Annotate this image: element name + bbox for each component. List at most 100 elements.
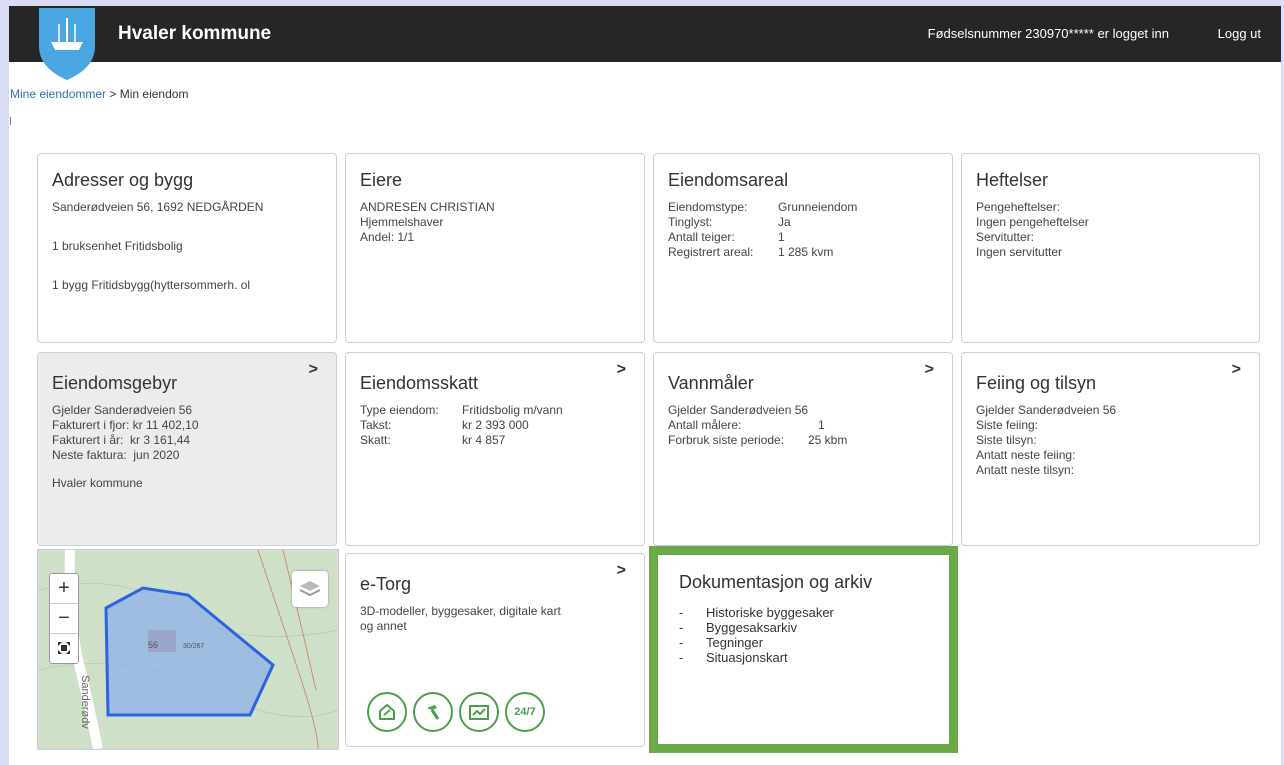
card-eiendomsareal: Eiendomsareal Eiendomstype: Grunneiendom … xyxy=(653,153,953,343)
kv-key: Tinglyst: xyxy=(668,215,713,229)
hammer-icon[interactable] xyxy=(413,692,453,732)
breadcrumb-link-mine-eiendommer[interactable]: Mine eiendommer xyxy=(10,87,106,101)
docs-item[interactable]: - Byggesaksarkiv xyxy=(679,620,928,635)
kv-row: Eiendomstype: Grunneiendom xyxy=(668,200,938,215)
feiing-line: Siste tilsyn: xyxy=(976,433,1037,447)
kv-key: Takst: xyxy=(360,418,392,432)
breadcrumb: Mine eiendommer > Min eiendom xyxy=(10,87,188,101)
chevron-right-icon[interactable]: > xyxy=(617,361,626,379)
card-eiendomsskatt[interactable]: > Eiendomsskatt Type eiendom: Fritidsboli… xyxy=(345,352,645,546)
card-title: Adresser og bygg xyxy=(52,170,194,190)
house-tool-icon[interactable] xyxy=(367,692,407,732)
window-frame-left xyxy=(0,0,9,765)
chevron-right-icon[interactable]: > xyxy=(309,361,318,379)
owner-name: ANDRESEN CHRISTIAN xyxy=(360,200,495,214)
list-dash: - xyxy=(679,650,684,665)
list-dash: - xyxy=(679,635,684,650)
kv-value: 1 xyxy=(818,418,825,432)
feiing-line: Antatt neste feiing: xyxy=(976,448,1076,462)
card-e-torg[interactable]: > e-Torg 3D-modeller, byggesaker, digita… xyxy=(345,553,645,747)
fullscreen-icon[interactable] xyxy=(50,634,78,663)
documentation-archive-box: Dokumentasjon og arkiv - Historiske bygge… xyxy=(649,546,958,753)
kv-key: Skatt: xyxy=(360,433,391,447)
kv-value: Grunneiendom xyxy=(778,200,858,214)
breadcrumb-separator: > xyxy=(106,87,120,101)
chevron-right-icon[interactable]: > xyxy=(617,562,626,580)
docs-item[interactable]: - Tegninger xyxy=(679,635,928,650)
24-7-icon[interactable]: 24/7 xyxy=(505,692,545,732)
card-title: Feiing og tilsyn xyxy=(976,373,1097,393)
gebyr-footer: Hvaler kommune xyxy=(52,476,143,490)
docs-item-label: Byggesaksarkiv xyxy=(706,620,798,635)
zoom-in-button[interactable]: + xyxy=(50,574,78,604)
kv-key: Forbruk siste periode: xyxy=(668,433,785,447)
kv-value: kr 4 857 xyxy=(462,433,506,447)
card-title: e-Torg xyxy=(360,574,412,594)
breadcrumb-current: Min eiendom xyxy=(119,87,189,101)
docs-item[interactable]: - Historiske byggesaker xyxy=(679,605,928,620)
list-dash: - xyxy=(679,620,684,635)
parcel-label: 56 xyxy=(148,640,158,650)
municipality-logo[interactable] xyxy=(35,6,99,82)
kv-row: Forbruk siste periode: 25 kbm xyxy=(668,433,938,448)
kv-value: Ja xyxy=(778,215,791,229)
card-title: Eiendomsskatt xyxy=(360,373,479,393)
property-map[interactable]: 56 30/267 Sanderødv + − xyxy=(37,549,339,750)
card-vannmaler[interactable]: > Vannmåler Gjelder Sanderødveien 56 Ant… xyxy=(653,352,953,546)
parcel-id: 30/267 xyxy=(183,643,205,650)
bygg-line: 1 bygg Fritidsbygg(hyttersommerh. ol xyxy=(52,278,251,292)
heftelse-line: Ingen pengeheftelser xyxy=(976,215,1089,229)
road-label: Sanderødv xyxy=(79,675,91,729)
card-feiing-og-tilsyn[interactable]: > Feiing og tilsyn Gjelder Sanderødveien… xyxy=(961,352,1260,546)
kv-key: Antall teiger: xyxy=(668,230,735,244)
address-line: Sanderødveien 56, 1692 NEDGÅRDEN xyxy=(52,200,264,214)
feiing-line: Siste feiing: xyxy=(976,418,1039,432)
etorg-line: og annet xyxy=(360,619,407,633)
docs-item-label: Situasjonskart xyxy=(706,650,788,665)
card-adresser-og-bygg: Adresser og bygg Sanderødveien 56, 1692 … xyxy=(37,153,337,343)
card-eiere: Eiere ANDRESEN CHRISTIAN Hjemmelshaver A… xyxy=(345,153,645,343)
map-zoom-control: + − xyxy=(49,573,79,664)
kv-key: Antall målere: xyxy=(668,418,742,432)
card-title: Eiendomsgebyr xyxy=(52,373,178,393)
stray-mark xyxy=(10,117,11,125)
kv-value: Fritidsbolig m/vann xyxy=(462,403,563,417)
kv-value: kr 2 393 000 xyxy=(462,418,529,432)
gebyr-line: Gjelder Sanderødveien 56 xyxy=(52,403,193,417)
kv-key: Type eiendom: xyxy=(360,403,439,417)
docs-item[interactable]: - Situasjonskart xyxy=(679,650,928,665)
kv-value: 1 xyxy=(778,230,785,244)
kv-row: Skatt: kr 4 857 xyxy=(360,433,630,448)
kv-value: 1 285 kvm xyxy=(778,245,834,259)
top-navbar: Hvaler kommune Fødselsnummer 230970*****… xyxy=(9,6,1281,80)
kv-row: Registrert areal: 1 285 kvm xyxy=(668,245,938,260)
kv-row: Type eiendom: Fritidsbolig m/vann xyxy=(360,403,630,418)
list-dash: - xyxy=(679,605,684,620)
card-title: Heftelser xyxy=(976,170,1049,190)
docs-item-label: Historiske byggesaker xyxy=(706,605,834,620)
owner-role: Hjemmelshaver xyxy=(360,215,444,229)
login-status: Fødselsnummer 230970***** er logget inn xyxy=(927,26,1169,41)
vann-line: Gjelder Sanderødveien 56 xyxy=(668,403,809,417)
heftelse-line: Ingen servitutter xyxy=(976,245,1063,259)
card-title: Eiere xyxy=(360,170,403,190)
card-heftelser: Heftelser Pengeheftelser: Ingen pengehef… xyxy=(961,153,1260,343)
feiing-line: Gjelder Sanderødveien 56 xyxy=(976,403,1117,417)
gebyr-line: Fakturert i år: kr 3 161,44 xyxy=(52,433,191,447)
chevron-right-icon[interactable]: > xyxy=(925,361,934,379)
kv-row: Antall målere: 1 xyxy=(668,418,938,433)
chevron-right-icon[interactable]: > xyxy=(1232,361,1241,379)
kv-row: Tinglyst: Ja xyxy=(668,215,938,230)
zoom-out-button[interactable]: − xyxy=(50,604,78,634)
card-eiendomsgebyr[interactable]: > Eiendomsgebyr Gjelder Sanderødveien 56… xyxy=(37,352,337,546)
kv-key: Eiendomstype: xyxy=(668,200,748,214)
logout-link[interactable]: Logg ut xyxy=(1218,26,1261,41)
map-icon[interactable] xyxy=(459,692,499,732)
card-title: Eiendomsareal xyxy=(668,170,789,190)
kv-key: Registrert areal: xyxy=(668,245,754,259)
layers-icon[interactable] xyxy=(292,571,328,607)
gebyr-line: Neste faktura: jun 2020 xyxy=(52,448,180,462)
owner-share: Andel: 1/1 xyxy=(360,230,415,244)
kv-value: 25 kbm xyxy=(808,433,848,447)
card-title: Vannmåler xyxy=(668,373,754,393)
